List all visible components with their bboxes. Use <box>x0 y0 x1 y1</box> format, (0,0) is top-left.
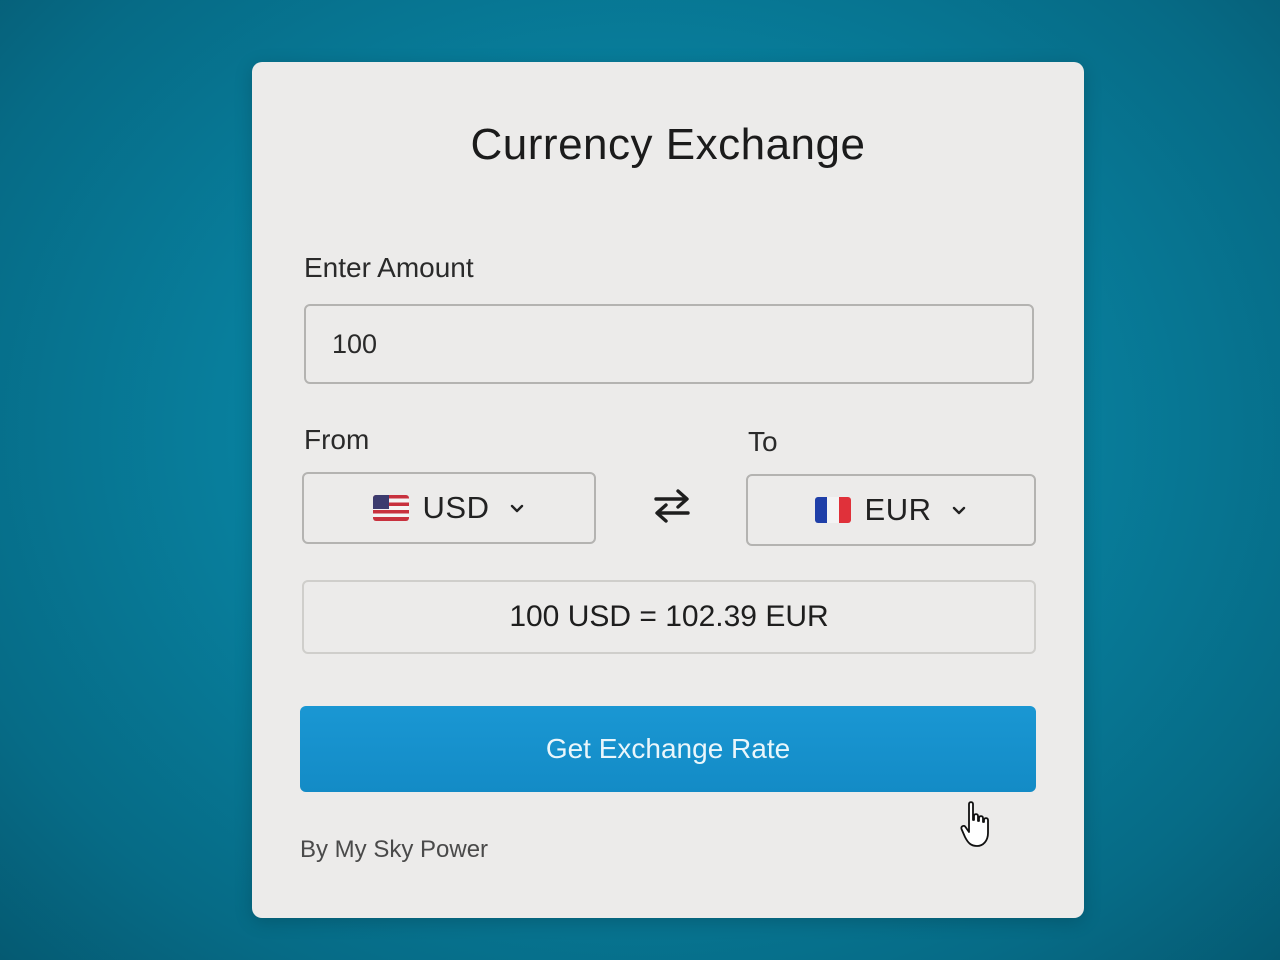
page-title: Currency Exchange <box>470 120 866 169</box>
chevron-down-icon <box>951 502 967 518</box>
us-flag-icon <box>372 495 409 521</box>
fr-flag-icon <box>814 497 851 523</box>
from-currency-code: USD <box>422 490 490 525</box>
exchange-result: 100 USD = 102.39 EUR <box>302 580 1036 654</box>
get-exchange-rate-button[interactable]: Get Exchange Rate <box>300 706 1036 792</box>
from-label: From <box>304 424 370 455</box>
hand-pointer-icon <box>960 800 990 850</box>
swap-arrows-icon[interactable] <box>650 486 694 526</box>
footer-credit: By My Sky Power <box>300 836 489 863</box>
amount-label: Enter Amount <box>304 252 474 283</box>
exchange-card: Currency Exchange Enter Amount From To U… <box>252 62 1084 918</box>
to-currency-select[interactable]: EUR <box>746 474 1036 546</box>
to-currency-code: EUR <box>864 492 932 527</box>
amount-input[interactable] <box>304 304 1034 384</box>
to-label: To <box>748 426 778 457</box>
from-currency-select[interactable]: USD <box>302 472 596 544</box>
chevron-down-icon <box>509 500 525 516</box>
